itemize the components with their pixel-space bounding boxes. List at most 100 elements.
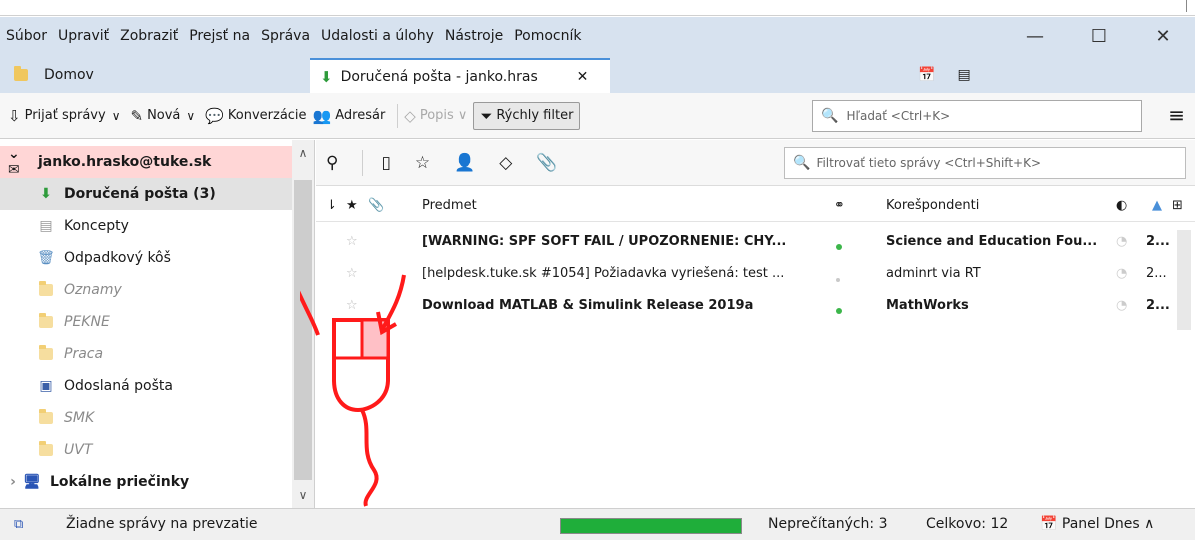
account-row[interactable]: ⌄✉ janko.hrasko@tuke.sk [0, 146, 292, 178]
column-picker-icon[interactable]: ⊞ [1172, 198, 1183, 213]
attachment-column-icon[interactable]: 📎 [368, 198, 384, 213]
column-correspondents[interactable]: Korešpondenti [886, 198, 979, 213]
sidebar-item-label: Odoslaná pošta [64, 378, 173, 394]
tab-home-label: Domov [44, 67, 94, 83]
progress-bar [560, 518, 742, 534]
search-icon: 🔍 [821, 108, 839, 124]
new-button[interactable]: ✎ Nová [130, 107, 180, 125]
sidebar-item-oznamy[interactable]: Oznamy [0, 274, 292, 306]
contact-filter-icon[interactable]: 👤 [454, 153, 475, 173]
menu-view[interactable]: Zobraziť [120, 28, 178, 44]
maximize-icon[interactable]: ☐ [1067, 26, 1131, 47]
new-dropdown[interactable]: ∨ [186, 109, 195, 123]
chevron-up-icon[interactable]: ∧ [292, 146, 314, 160]
table-row[interactable]: ☆ [WARNING: SPF SOFT FAIL / UPOZORNENIE:… [316, 226, 1176, 258]
tasks-icon[interactable]: ▤ [957, 67, 970, 83]
tab-home[interactable]: Domov [14, 61, 94, 89]
sidebar-item-sent[interactable]: ▣ Odoslaná pošta [0, 370, 292, 402]
junk-status-icon[interactable]: ◔ [1116, 266, 1127, 281]
tab-inbox[interactable]: ⬇ Doručená pošta - janko.hras ✕ [310, 58, 610, 93]
account-label: janko.hrasko@tuke.sk [38, 154, 212, 170]
menu-help[interactable]: Pomocník [514, 28, 581, 44]
drafts-icon: ▤ [39, 218, 53, 234]
contacts-icon: 👥 [312, 106, 332, 125]
filter-icon: ⏷ [480, 106, 493, 125]
quick-filter-label: Rýchly filter [496, 108, 574, 123]
sort-ascending-icon[interactable]: ▲ [1152, 198, 1162, 213]
unread-count: Neprečítaných: 3 [768, 516, 888, 532]
message-date: 2... [1146, 266, 1167, 281]
menu-message[interactable]: Správa [261, 28, 310, 44]
menu-tools[interactable]: Nástroje [445, 28, 503, 44]
inbox-download-icon: ⬇ [320, 67, 333, 86]
address-book-button[interactable]: 👥 Adresár [313, 107, 386, 125]
unread-filter-icon[interactable]: ▯ [381, 153, 390, 173]
global-search-input[interactable]: 🔍 Hľadať <Ctrl+K> [812, 100, 1142, 132]
star-column-icon[interactable]: ★ [346, 198, 358, 213]
tag-label: Popis [419, 108, 454, 123]
sidebar-item-local-folders[interactable]: › 🖥 Lokálne priečinky [0, 466, 292, 498]
chevron-down-icon: ∨ [457, 108, 468, 123]
total-count: Celkovo: 12 [926, 516, 1009, 532]
thread-scrollbar[interactable] [1177, 230, 1191, 330]
menu-edit[interactable]: Upraviť [58, 28, 109, 44]
network-status-icon[interactable]: ⧉ [14, 517, 30, 532]
read-dot-icon[interactable] [836, 271, 840, 286]
sidebar-item-label: Lokálne priečinky [50, 474, 190, 490]
annotation-arrow-account [300, 290, 320, 336]
sidebar-item-inbox[interactable]: ⬇ Doručená pošta (3) [0, 178, 292, 210]
sidebar-item-trash[interactable]: 🗑 Odpadkový kôš [0, 242, 292, 274]
unread-dot-icon[interactable] [836, 303, 842, 318]
read-status-column-icon[interactable]: ⚭ [834, 198, 845, 213]
app-menu-icon[interactable]: ≡ [1168, 103, 1185, 127]
sidebar-item-label: Koncepty [64, 218, 129, 234]
today-pane-toggle[interactable]: 📅 Panel Dnes ∧ [1040, 516, 1154, 532]
tab-bar: Domov ⬇ Doručená pošta - janko.hras ✕ 📅 … [0, 55, 1195, 93]
search-icon: 🔍 [793, 155, 811, 171]
sidebar-item-label: PEKNE [64, 314, 110, 330]
sidebar-item-praca[interactable]: Praca [0, 338, 292, 370]
get-mail-label: Prijať správy [24, 108, 106, 123]
status-bar: ⧉ Žiadne správy na prevzatie Neprečítaný… [0, 508, 1195, 540]
get-mail-button[interactable]: ⇩ Prijať správy [8, 107, 106, 125]
tag-filter-icon[interactable]: ◇ [499, 153, 512, 173]
chevron-up-icon: ∧ [1144, 516, 1155, 532]
junk-status-icon[interactable]: ◔ [1116, 234, 1127, 249]
tag-button[interactable]: ◇ Popis ∨ [404, 107, 467, 125]
quick-filter-button[interactable]: ⏷ Rýchly filter [473, 101, 581, 130]
pencil-icon: ✎ [130, 106, 144, 125]
calendar-icon[interactable]: 📅 [918, 67, 935, 83]
star-icon[interactable]: ☆ [346, 234, 358, 249]
filter-placeholder: Filtrovať tieto správy <Ctrl+Shift+K> [816, 156, 1041, 170]
folder-icon [38, 441, 54, 456]
chat-label: Konverzácie [227, 108, 307, 123]
close-icon[interactable]: ✕ [1131, 26, 1195, 47]
strip-edge [1186, 0, 1187, 12]
chevron-down-icon: ∨ [186, 108, 196, 123]
tab-close-icon[interactable]: ✕ [577, 69, 589, 85]
attachment-filter-icon[interactable]: 📎 [536, 153, 557, 173]
filter-messages-input[interactable]: 🔍 Filtrovať tieto správy <Ctrl+Shift+K> [784, 147, 1186, 179]
get-mail-dropdown[interactable]: ∨ [112, 109, 121, 123]
sidebar-item-uvt[interactable]: UVT [0, 434, 292, 466]
annotation-arrow-right-button [380, 274, 406, 331]
global-search-placeholder: Hľadať <Ctrl+K> [846, 109, 951, 123]
unread-dot-icon[interactable] [836, 239, 842, 254]
column-subject[interactable]: Predmet [422, 198, 477, 213]
trash-icon: 🗑 [37, 250, 55, 266]
starred-filter-icon[interactable]: ☆ [415, 153, 430, 173]
menu-file[interactable]: Súbor [6, 28, 47, 44]
chat-button[interactable]: 💬 Konverzácie [205, 107, 306, 125]
menu-go[interactable]: Prejsť na [189, 28, 250, 44]
sidebar-item-smk[interactable]: SMK [0, 402, 292, 434]
thread-column-icon[interactable]: ⇂ [326, 198, 337, 213]
menu-events-tasks[interactable]: Udalosti a úlohy [321, 28, 434, 44]
pin-icon[interactable]: ⚲ [326, 153, 338, 173]
minimize-icon[interactable]: — [1003, 26, 1067, 47]
junk-column-icon[interactable]: ◐ [1116, 198, 1127, 213]
sidebar-item-pekne[interactable]: PEKNE [0, 306, 292, 338]
sidebar-item-label: SMK [64, 410, 95, 426]
folder-icon [38, 281, 54, 296]
junk-status-icon[interactable]: ◔ [1116, 298, 1127, 313]
sidebar-item-drafts[interactable]: ▤ Koncepty [0, 210, 292, 242]
